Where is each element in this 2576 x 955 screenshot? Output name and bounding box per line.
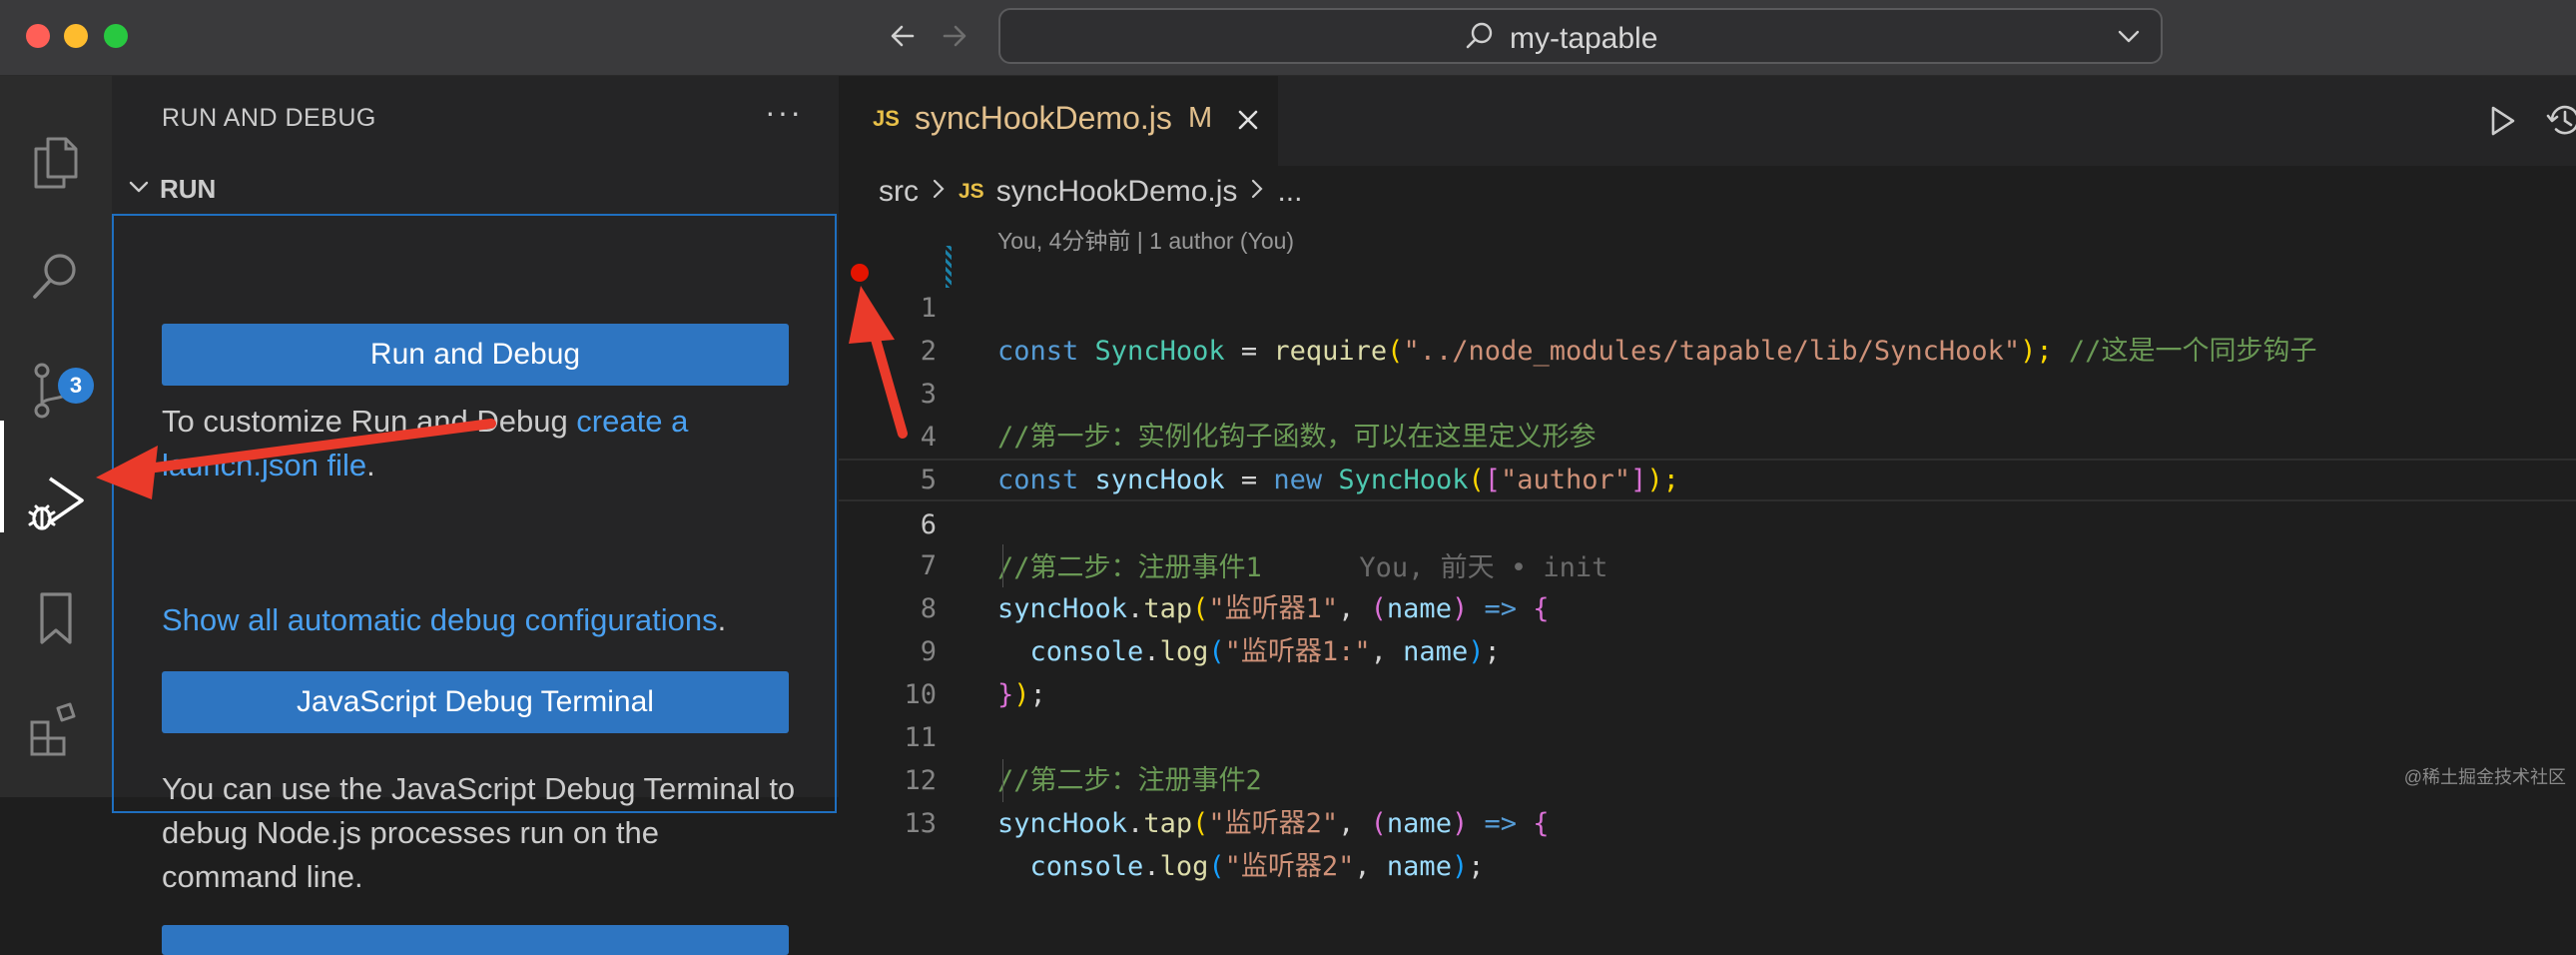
- show-all-text: Show all automatic debug configurations.: [162, 598, 801, 642]
- customize-label: To customize Run and Debug: [162, 404, 577, 439]
- code-token: ,: [1354, 851, 1387, 882]
- command-center-search[interactable]: my-tapable: [998, 8, 2163, 64]
- window-minimize-button[interactable]: [64, 24, 88, 48]
- code-token: syncHook: [997, 808, 1128, 839]
- chevron-down-icon[interactable]: [2115, 22, 2143, 55]
- extensions-icon[interactable]: [0, 685, 112, 775]
- code-line: 3 //第一步：实例化钩子函数，可以在这里定义形参: [839, 330, 2576, 453]
- code-token: .: [1127, 808, 1144, 839]
- breadcrumb: src JS syncHookDemo.js ...: [879, 168, 1302, 216]
- terminal-description: You can use the JavaScript Debug Termina…: [162, 771, 796, 894]
- run-welcome-panel: Run and Debug To customize Run and Debug…: [112, 214, 837, 955]
- search-icon[interactable]: [0, 231, 112, 321]
- run-and-debug-icon[interactable]: [0, 460, 112, 549]
- code-token: log: [1159, 851, 1209, 882]
- code-token: {: [1533, 808, 1550, 839]
- more-actions-button[interactable]: ···: [765, 94, 803, 131]
- chevron-down-icon: [126, 174, 152, 205]
- back-arrow-icon[interactable]: [881, 14, 925, 58]
- chevron-right-icon: [1249, 175, 1265, 209]
- customize-text: To customize Run and Debug create a laun…: [162, 400, 801, 487]
- period: .: [717, 602, 727, 637]
- bookmark-icon[interactable]: [0, 573, 112, 663]
- code-token: console: [1029, 851, 1144, 882]
- run-and-debug-button[interactable]: Run and Debug: [162, 324, 789, 386]
- run-section-label: RUN: [160, 173, 217, 204]
- indent-guide: [1002, 759, 1003, 802]
- javascript-file-icon: JS: [959, 180, 984, 203]
- code-token: ): [1451, 851, 1469, 882]
- code-token: tap: [1143, 808, 1193, 839]
- show-all-configurations-link[interactable]: Show all automatic debug configurations: [162, 602, 718, 637]
- title-bar: my-tapable: [0, 0, 2576, 76]
- code-token: "监听器2": [1224, 851, 1355, 882]
- indent-guide: [1002, 544, 1003, 587]
- code-token: (: [1208, 851, 1225, 882]
- javascript-debug-terminal-button[interactable]: JavaScript Debug Terminal: [162, 671, 789, 733]
- tab-filename: syncHookDemo.js: [915, 100, 1172, 136]
- history-icon[interactable]: [2546, 102, 2576, 143]
- editor-area: JS syncHookDemo.js M src JS syncHookDemo…: [839, 76, 2576, 882]
- code-token: ,: [1338, 808, 1371, 839]
- code-line: 8 console.log("监听器1:", name);: [839, 544, 2576, 667]
- watermark: @稀土掘金技术社区: [2403, 767, 2566, 787]
- breakpoint-dot[interactable]: [851, 264, 869, 282]
- period: .: [366, 448, 375, 482]
- javascript-file-icon: JS: [873, 106, 900, 131]
- code-line-current: 6 //第二步：注册事件1 You, 前天 • init: [839, 459, 2576, 583]
- code-token: name: [1386, 851, 1452, 882]
- close-icon[interactable]: [1234, 106, 1262, 139]
- tab-synchookdemo[interactable]: JS syncHookDemo.js M: [839, 76, 1278, 166]
- breadcrumb-file[interactable]: syncHookDemo.js: [996, 175, 1238, 209]
- command-center-label: my-tapable: [1510, 22, 1658, 55]
- code-token: (: [1192, 808, 1209, 839]
- code-token: (: [1370, 808, 1387, 839]
- code-line: 7 syncHook.tap("监听器1", (name) => {: [839, 501, 2576, 624]
- explorer-icon[interactable]: [0, 118, 112, 208]
- code-token: "监听器2": [1208, 808, 1339, 839]
- partial-button[interactable]: [162, 925, 789, 955]
- activity-bar: 3: [0, 76, 112, 797]
- breadcrumb-src[interactable]: src: [879, 175, 919, 209]
- breadcrumb-symbol[interactable]: ...: [1277, 175, 1302, 209]
- code-line: 13 console.log("监听器2", name);: [839, 759, 2576, 882]
- forward-arrow-icon[interactable]: [933, 14, 976, 58]
- code-token: ): [1451, 808, 1469, 839]
- window-close-button[interactable]: [26, 24, 50, 48]
- code-line: 4 const syncHook = new SyncHook(["author…: [839, 373, 2576, 495]
- code-token: ;: [1468, 851, 1485, 882]
- modified-line-marker: [946, 246, 952, 288]
- code-token: name: [1386, 808, 1452, 839]
- run-section-header[interactable]: RUN: [126, 172, 216, 206]
- code-line: 10: [839, 630, 2576, 710]
- code-token: =>: [1468, 808, 1534, 839]
- tab-bar: JS syncHookDemo.js M: [839, 76, 2576, 166]
- code-line: 1 const SyncHook = require("../node_modu…: [839, 244, 2576, 367]
- line-number: 13: [904, 808, 937, 839]
- search-icon: [1464, 20, 1496, 57]
- scm-count-badge: 3: [58, 368, 94, 404]
- play-icon[interactable]: [2486, 104, 2518, 143]
- code-line: 11 //第二步：注册事件2: [839, 673, 2576, 796]
- chevron-right-icon: [931, 175, 947, 209]
- code-line: 9 });: [839, 587, 2576, 710]
- modified-indicator: M: [1188, 102, 1213, 134]
- source-control-icon[interactable]: [0, 346, 112, 436]
- window-maximize-button[interactable]: [104, 24, 128, 48]
- sidebar-title: RUN AND DEBUG: [162, 104, 376, 132]
- code-line: 12 syncHook.tap("监听器2", (name) => {: [839, 716, 2576, 839]
- code-token: .: [1143, 851, 1160, 882]
- code-line: 2: [839, 287, 2576, 367]
- code-line: 5: [839, 416, 2576, 495]
- run-and-debug-sidebar: RUN AND DEBUG ··· RUN Run and Debug To c…: [112, 76, 840, 955]
